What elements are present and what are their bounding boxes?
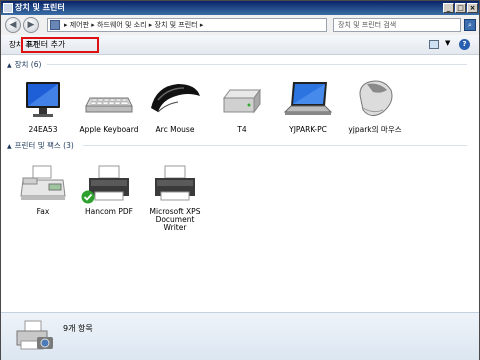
app-icon [3,3,13,13]
printer-label: Fax [36,207,50,216]
devices-and-printers-window: 장치 및 프린터 _ □ × ◀ ▶ ▸ 제어판 ▸ 하드웨어 및 소리 ▸ 장… [0,0,480,360]
device-label: Apple Keyboard [79,125,139,134]
devices-group-label: 장치 (6) [14,60,42,69]
view-options-icon[interactable] [429,40,439,49]
minimize-button[interactable]: _ [443,3,454,13]
device-item[interactable]: 24EA53 [13,80,73,140]
mouse-icon [359,80,393,116]
device-label: YJPARK-PC [289,125,327,134]
collapse-icon[interactable]: ▲ [7,62,12,69]
search-icon[interactable]: ⌕ [464,19,476,31]
title-bar: 장치 및 프린터 _ □ × [1,1,479,15]
add-printer-button[interactable]: 프린터 추가 [21,37,99,53]
details-pane: 9개 항목 [1,312,479,360]
printer-label: Hancom PDF [84,207,133,216]
device-label: T4 [237,125,247,134]
device-item[interactable]: T4 [212,80,272,140]
device-label: 24EA53 [28,125,58,134]
forward-button[interactable]: ▶ [23,17,39,33]
devices-group-header[interactable]: ▲ 장치 (6) [7,59,41,70]
address-bar-area: ◀ ▶ ▸ 제어판 ▸ 하드웨어 및 소리 ▸ 장치 및 프린터 ▸ ▼ ↻ 장… [1,15,479,35]
monitor-icon [26,82,60,117]
device-item[interactable]: Arc Mouse [145,80,205,140]
device-item[interactable]: YJPARK-PC [278,80,338,140]
window-title: 장치 및 프린터 [15,3,65,12]
search-input[interactable]: 장치 및 프린터 검색 [333,18,461,32]
control-panel-icon [50,20,60,30]
fax-icon [20,165,66,200]
collapse-icon[interactable]: ▲ [7,143,12,150]
close-button[interactable]: × [467,3,478,13]
device-item[interactable]: yjpark의 마우스 [345,80,405,140]
printer-item[interactable]: Fax [13,164,73,220]
device-label: yjpark의 마우스 [348,125,402,134]
group-divider [47,64,467,65]
printer-item[interactable]: Microsoft XPS Document Writer [145,164,205,232]
address-bar[interactable]: ▸ 제어판 ▸ 하드웨어 및 소리 ▸ 장치 및 프린터 ▸ ▼ ↻ [47,18,373,32]
keyboard-icon [85,97,133,113]
arc-mouse-icon [151,84,200,113]
view-dropdown-icon[interactable]: ▼ [445,39,450,47]
printer-icon [155,165,195,201]
printer-label-line2: Document Writer [155,215,195,232]
help-icon[interactable]: ? [459,39,470,50]
command-bar: 장치 추가 프린터 추가 ▼ ? [1,35,479,55]
printers-group-header[interactable]: ▲ 프린터 및 팩스 (3) [7,140,74,151]
maximize-button[interactable]: □ [455,3,466,13]
breadcrumb[interactable]: ▸ 제어판 ▸ 하드웨어 및 소리 ▸ 장치 및 프린터 ▸ [64,21,203,29]
laptop-icon [283,82,333,115]
device-label: Arc Mouse [155,125,195,134]
back-button[interactable]: ◀ [5,17,21,33]
content-pane: ▲ 장치 (6) 24EA53 Apple Keyboard Arc Mouse… [1,56,479,311]
printer-item[interactable]: Hancom PDF [79,164,139,220]
devices-and-printers-icon [16,320,53,350]
device-item[interactable]: Apple Keyboard [79,80,139,140]
drive-icon [223,88,261,114]
printers-group-label: 프린터 및 팩스 (3) [14,141,74,150]
default-printer-check-icon [81,190,95,204]
group-divider [83,145,467,146]
item-count: 9개 항목 [63,324,93,333]
